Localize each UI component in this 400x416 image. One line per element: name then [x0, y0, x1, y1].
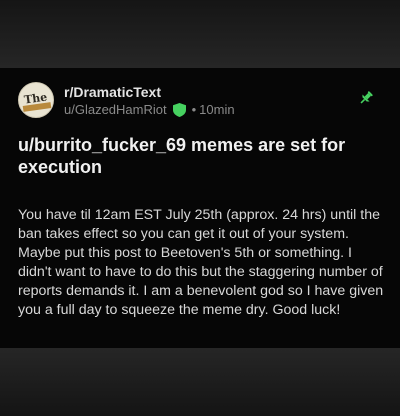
meta-separator: •	[191, 102, 197, 117]
post-header: The r/DramaticText u/GlazedHamRiot • 10m…	[18, 82, 388, 122]
subreddit-avatar[interactable]: The	[18, 82, 54, 118]
post-title[interactable]: u/burrito_fucker_69 memes are set for ex…	[18, 134, 388, 178]
pin-icon	[360, 91, 373, 104]
author-name[interactable]: u/GlazedHamRiot	[64, 102, 167, 117]
subreddit-name[interactable]: r/DramaticText	[64, 84, 161, 100]
background-bottom	[0, 348, 400, 416]
post-card[interactable]: The r/DramaticText u/GlazedHamRiot • 10m…	[0, 68, 400, 348]
shield-icon	[172, 102, 186, 117]
post-body: You have til 12am EST July 25th (approx.…	[18, 207, 384, 318]
post-time: 10min	[199, 102, 235, 117]
background-top	[0, 0, 400, 68]
post-meta: u/GlazedHamRiot • 10min	[64, 102, 235, 117]
